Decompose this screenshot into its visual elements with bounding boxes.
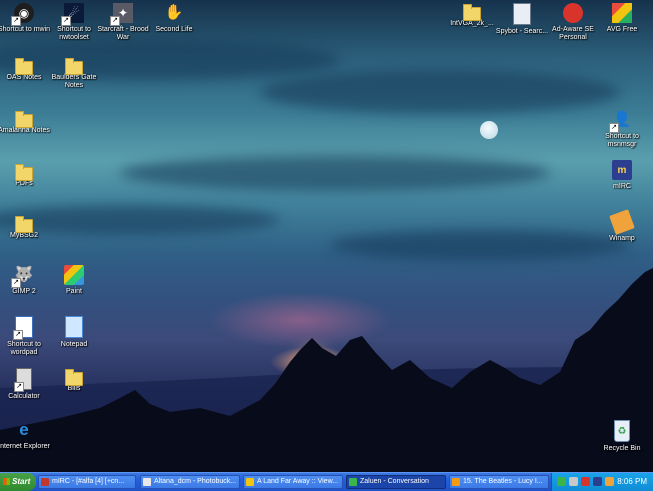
icon-label: Notepad bbox=[60, 341, 88, 348]
task-button-winamp[interactable]: 15. The Beatles - Lucy I... bbox=[449, 475, 549, 489]
gimp-icon: 🐺 bbox=[11, 265, 34, 288]
starcraft-icon: ✦ bbox=[110, 3, 133, 26]
icon-label: Calculator bbox=[8, 393, 40, 400]
taskbar: Start mIRC - [#alfa [4] [+cn... Altana_d… bbox=[0, 472, 653, 491]
task-button-photobucket[interactable]: Altana_dcm - Photobuck... bbox=[140, 475, 240, 489]
spybot-icon bbox=[513, 3, 531, 25]
task-label: mIRC - [#alfa [4] [+cn... bbox=[52, 478, 125, 485]
desktop-icon-internet-explorer[interactable]: e Internet Explorer bbox=[0, 420, 54, 451]
winamp-icon bbox=[452, 478, 460, 486]
task-button-mirc[interactable]: mIRC - [#alfa [4] [+cn... bbox=[38, 475, 136, 489]
icon-label: PDFs bbox=[15, 180, 33, 187]
mirc-icon: m bbox=[612, 160, 632, 180]
task-label: A Land Far Away :: View... bbox=[257, 478, 339, 485]
icon-label: Second Life bbox=[155, 26, 193, 33]
folder-icon bbox=[65, 369, 83, 386]
folder-icon bbox=[15, 216, 33, 233]
msn-icon bbox=[349, 478, 357, 486]
antivirus-tray-icon[interactable] bbox=[581, 477, 590, 486]
paint-icon bbox=[64, 265, 84, 285]
icon-label: mIRC bbox=[613, 183, 631, 190]
folder-icon bbox=[15, 164, 33, 181]
hand-icon: ✋ bbox=[164, 4, 184, 21]
icon-label: Internet Explorer bbox=[0, 443, 50, 450]
mirc-icon bbox=[41, 478, 49, 486]
icon-label: Recycle Bin bbox=[603, 445, 641, 452]
desktop-icon-recycle-bin[interactable]: ♻ Recycle Bin bbox=[592, 420, 652, 453]
desktop-background: ◉ Shortcut to mwin ☄ Shortcut to nwtools… bbox=[0, 0, 653, 472]
msn-tray-icon[interactable] bbox=[557, 477, 566, 486]
network-tray-icon[interactable] bbox=[569, 477, 578, 486]
winamp-icon bbox=[609, 209, 635, 235]
volume-tray-icon[interactable] bbox=[593, 477, 602, 486]
notepad-icon bbox=[65, 316, 83, 338]
wordpad-icon bbox=[13, 316, 33, 340]
system-tray: 8:06 PM bbox=[551, 473, 653, 491]
avg-icon bbox=[612, 3, 632, 23]
adaware-icon bbox=[563, 3, 583, 23]
windows-logo-icon bbox=[3, 478, 10, 485]
folder-icon bbox=[65, 58, 83, 75]
task-label: Altana_dcm - Photobuck... bbox=[154, 478, 237, 485]
desktop-icon-mirc[interactable]: m mIRC bbox=[592, 160, 652, 191]
desktop-icon-bills[interactable]: Bills bbox=[44, 368, 104, 393]
task-label: Zaluen - Conversation bbox=[360, 478, 429, 485]
desktop-icon-paint[interactable]: Paint bbox=[44, 265, 104, 296]
desktop-icon-pdfs[interactable]: PDFs bbox=[0, 163, 54, 188]
clock[interactable]: 8:06 PM bbox=[617, 473, 647, 491]
icon-label: Amalanna Notes bbox=[0, 127, 50, 134]
folder-icon bbox=[463, 4, 481, 21]
task-button-conversation[interactable]: Zaluen - Conversation bbox=[346, 475, 446, 489]
icon-label: Winamp bbox=[609, 235, 635, 242]
icon-label: Baulders Gate Notes bbox=[51, 74, 97, 89]
winamp-tray-icon[interactable] bbox=[605, 477, 614, 486]
desktop-icon-msnmsgr[interactable]: 👤 Shortcut to msnmsgr bbox=[592, 110, 652, 149]
desktop-icon-notepad[interactable]: Notepad bbox=[44, 316, 104, 349]
folder-icon bbox=[15, 58, 33, 75]
task-button-land-far-away[interactable]: A Land Far Away :: View... bbox=[243, 475, 343, 489]
ie-icon: e bbox=[19, 420, 29, 439]
recycle-bin-icon: ♻ bbox=[614, 420, 630, 442]
desktop-icon-winamp[interactable]: Winamp bbox=[592, 209, 652, 243]
icon-label: Bills bbox=[67, 385, 81, 392]
desktop-icon-mybsg2[interactable]: MyBSG2 bbox=[0, 215, 54, 240]
calculator-icon bbox=[14, 368, 32, 392]
start-label: Start bbox=[12, 477, 31, 486]
icon-label: Shortcut to msnmsgr bbox=[605, 133, 639, 148]
msn-icon: 👤 bbox=[609, 110, 632, 133]
icon-label: MyBSG2 bbox=[9, 232, 38, 239]
start-button[interactable]: Start bbox=[0, 473, 36, 491]
icon-label: AVG Free bbox=[606, 26, 638, 33]
browser-icon bbox=[143, 478, 151, 486]
eye-icon: ◉ bbox=[11, 3, 34, 26]
desktop-icon-amalanna-notes[interactable]: Amalanna Notes bbox=[0, 110, 54, 135]
browser-icon bbox=[246, 478, 254, 486]
comet-icon: ☄ bbox=[61, 3, 84, 26]
task-label: 15. The Beatles - Lucy I... bbox=[463, 478, 543, 485]
desktop-icon-baulders-gate-notes[interactable]: Baulders Gate Notes bbox=[44, 57, 104, 90]
icon-label: Paint bbox=[66, 288, 82, 295]
desktop-icon-avg[interactable]: AVG Free bbox=[592, 3, 652, 34]
desktop-icon-second-life[interactable]: ✋ Second Life bbox=[144, 3, 204, 34]
folder-icon bbox=[15, 111, 33, 128]
